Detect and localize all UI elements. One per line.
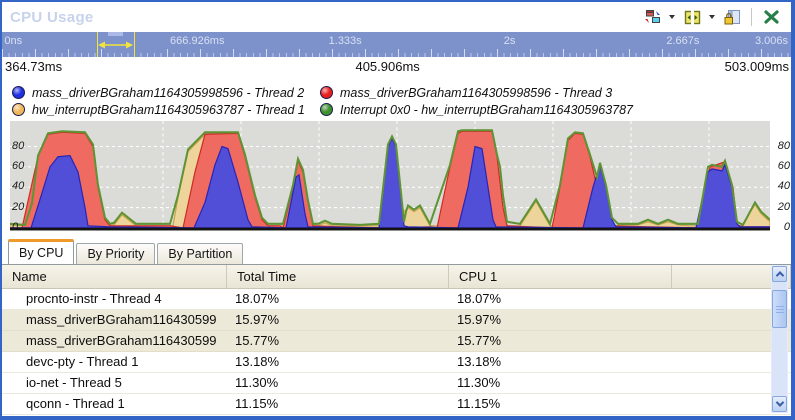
cell-name: qconn - Thread 1 bbox=[2, 394, 227, 414]
legend-color-dot-icon bbox=[320, 103, 333, 116]
y-axis-tick-left: 80 bbox=[12, 141, 24, 152]
cell-total: 18.07% bbox=[227, 289, 449, 309]
cell-cpu1: 13.18% bbox=[449, 352, 672, 372]
legend-color-dot-icon bbox=[12, 103, 25, 116]
cell-name: devc-pty - Thread 1 bbox=[2, 352, 227, 372]
cell-total: 11.15% bbox=[227, 394, 449, 414]
tab-by-partition[interactable]: By Partition bbox=[157, 243, 243, 264]
ruler-tick-label: 2s bbox=[504, 35, 516, 47]
scrollbar-thumb[interactable] bbox=[772, 290, 787, 328]
lock-view-icon[interactable] bbox=[722, 8, 742, 26]
chart-plot-area[interactable]: 0 20 40 60 80 bbox=[10, 121, 770, 231]
column-header-total-time[interactable]: Total Time bbox=[227, 265, 449, 288]
legend-label: Interrupt 0x0 - hw_interruptBGraham11643… bbox=[340, 103, 633, 117]
page-title: CPU Usage bbox=[10, 9, 94, 26]
chevron-down-icon[interactable] bbox=[709, 15, 715, 19]
time-marker-row: 364.73ms 405.906ms 503.009ms bbox=[2, 57, 791, 77]
timeline-ruler[interactable]: 0ns 666.926ms 1.333s 2s 2.667s 3.006s bbox=[2, 32, 791, 57]
y-axis-tick-right: 60 bbox=[778, 161, 790, 172]
table-body: procnto-instr - Thread 418.07%18.07%mass… bbox=[2, 289, 791, 416]
legend-color-dot-icon bbox=[320, 86, 333, 99]
y-axis-tick-left: 60 bbox=[12, 161, 24, 172]
table-row[interactable]: devc-pty - Thread 113.18%13.18% bbox=[2, 352, 791, 373]
pane-layout-icon[interactable] bbox=[682, 8, 702, 26]
table-row[interactable]: qconn - Thread 111.15%11.15% bbox=[2, 394, 791, 415]
toolbar bbox=[642, 8, 781, 26]
cell-cpu1: 15.77% bbox=[449, 331, 672, 351]
cpu-usage-chart: 0 20 40 60 80 0 20 40 60 80 bbox=[2, 121, 791, 231]
cell-total: 13.18% bbox=[227, 352, 449, 372]
table-row[interactable]: mass_driverBGraham11643059915.77%15.77% bbox=[2, 331, 791, 352]
cell-total: 11.30% bbox=[227, 373, 449, 393]
y-axis-tick-right: 40 bbox=[778, 181, 790, 192]
selection-edge-handle[interactable] bbox=[134, 32, 135, 57]
vertical-scrollbar[interactable] bbox=[771, 265, 788, 413]
y-axis-tick-right: 80 bbox=[778, 141, 790, 152]
cell-cpu1: 11.15% bbox=[449, 394, 672, 414]
table-row[interactable]: procnto-instr - Thread 418.07%18.07% bbox=[2, 289, 791, 310]
toolbar-separator bbox=[751, 8, 752, 26]
chevron-down-icon bbox=[775, 398, 783, 406]
chart-legend: mass_driverBGraham1164305998596 - Thread… bbox=[2, 77, 791, 121]
tab-by-priority[interactable]: By Priority bbox=[76, 243, 155, 264]
scroll-up-button[interactable] bbox=[772, 266, 787, 282]
legend-label: mass_driverBGraham1164305998596 - Thread… bbox=[32, 86, 304, 100]
cell-total: 15.77% bbox=[227, 331, 449, 351]
legend-item: Interrupt 0x0 - hw_interruptBGraham11643… bbox=[320, 101, 791, 118]
column-header-name[interactable]: Name bbox=[2, 265, 227, 288]
cpu-usage-panel: CPU Usage bbox=[0, 0, 795, 420]
cell-name: mass_driverBGraham116430599 bbox=[2, 310, 227, 330]
legend-label: hw_interruptBGraham1164305963787 - Threa… bbox=[32, 103, 305, 117]
table-row[interactable]: mass_driverBGraham11643059915.97%15.97% bbox=[2, 310, 791, 331]
cell-name: procnto-instr - Thread 4 bbox=[2, 289, 227, 309]
y-axis-tick-left: 20 bbox=[12, 202, 24, 213]
close-icon[interactable] bbox=[761, 8, 781, 26]
table-header: Name Total Time CPU 1 bbox=[2, 265, 791, 289]
chevron-up-icon bbox=[775, 271, 783, 279]
cell-cpu1: 11.30% bbox=[449, 373, 672, 393]
legend-item: mass_driverBGraham1164305998596 - Thread… bbox=[320, 84, 791, 101]
y-axis-right: 0 20 40 60 80 bbox=[772, 121, 791, 231]
cell-name: mass_driverBGraham116430599 bbox=[2, 331, 227, 351]
legend-label: mass_driverBGraham1164305998596 - Thread… bbox=[340, 86, 612, 100]
legend-color-dot-icon bbox=[12, 86, 25, 99]
cell-cpu1: 15.97% bbox=[449, 310, 672, 330]
legend-item: mass_driverBGraham1164305998596 - Thread… bbox=[12, 84, 320, 101]
selection-top-handle[interactable] bbox=[108, 32, 123, 36]
tab-bar: By CPUBy PriorityBy Partition bbox=[2, 239, 791, 265]
time-marker-end: 503.009ms bbox=[725, 59, 789, 74]
y-axis-tick-left: 0 bbox=[12, 222, 18, 233]
cell-name: io-net - Thread 5 bbox=[2, 373, 227, 393]
y-axis-tick-left: 40 bbox=[12, 181, 24, 192]
y-axis-tick-right: 20 bbox=[778, 202, 790, 213]
time-marker-start: 364.73ms bbox=[5, 59, 62, 74]
legend-item: hw_interruptBGraham1164305963787 - Threa… bbox=[12, 101, 320, 118]
y-axis-tick-right: 0 bbox=[784, 222, 790, 233]
ruler-tick-label: 3.006s bbox=[755, 35, 788, 47]
title-bar: CPU Usage bbox=[2, 2, 791, 32]
chevron-down-icon[interactable] bbox=[669, 15, 675, 19]
cell-cpu1: 18.07% bbox=[449, 289, 672, 309]
ruler-tick-label: 0ns bbox=[4, 35, 22, 47]
ruler-tick-label: 1.333s bbox=[329, 35, 362, 47]
table-row[interactable]: io-net - Thread 511.30%11.30% bbox=[2, 373, 791, 394]
cell-total: 15.97% bbox=[227, 310, 449, 330]
column-header-cpu1[interactable]: CPU 1 bbox=[449, 265, 672, 288]
ruler-tick-label: 2.667s bbox=[666, 35, 699, 47]
scroll-down-button[interactable] bbox=[772, 396, 787, 412]
tab-by-cpu[interactable]: By CPU bbox=[8, 239, 74, 264]
selection-range-arrow[interactable] bbox=[98, 40, 133, 50]
time-marker-mid: 405.906ms bbox=[355, 59, 419, 74]
ruler-tick-label: 666.926ms bbox=[170, 35, 224, 47]
swap-views-icon[interactable] bbox=[642, 8, 662, 26]
